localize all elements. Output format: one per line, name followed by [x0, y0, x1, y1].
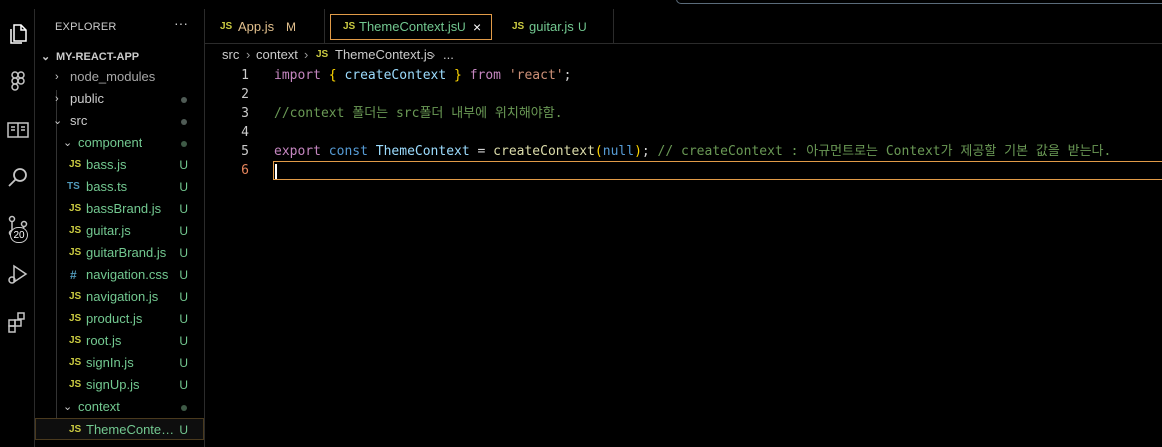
tree-file-signup-js[interactable]: JS signUp.js U [35, 374, 204, 396]
run-debug-icon[interactable] [0, 257, 35, 291]
title-bar [0, 0, 1162, 9]
tree-file-bass-ts[interactable]: TS bass.ts U [35, 176, 204, 198]
tree-file-navigation-css[interactable]: # navigation.css U [35, 264, 204, 286]
book-icon[interactable] [0, 113, 35, 147]
js-file-icon: JS [69, 159, 82, 170]
js-file-icon: JS [69, 335, 82, 346]
js-file-icon: JS [512, 21, 525, 32]
source-control-icon[interactable]: 20 [0, 209, 35, 243]
tree-file-bassbrand-js[interactable]: JS bassBrand.js U [35, 198, 204, 220]
chevron-down-icon: ⌄ [63, 401, 73, 413]
tab-guitar-js[interactable]: JS guitar.js U [495, 9, 614, 43]
tree-folder-public[interactable]: › public [35, 88, 204, 110]
css-file-icon: # [70, 268, 77, 282]
js-file-icon: JS [69, 225, 82, 236]
chevron-right-icon: › [431, 47, 436, 62]
modified-dot [181, 119, 187, 125]
js-file-icon: JS [69, 357, 82, 368]
tab-app-js[interactable]: JS App.js M [205, 9, 325, 43]
untracked-dot [181, 405, 187, 411]
tree-folder-component[interactable]: ⌄ component [35, 132, 204, 154]
editor-tabs: JS App.js M JS ThemeContext.js U × JS gu… [205, 9, 1162, 44]
js-file-icon: JS [69, 291, 82, 302]
tree-file-product-js[interactable]: JS product.js U [35, 308, 204, 330]
search-icon[interactable] [0, 161, 35, 195]
workspace-root[interactable]: ⌄ MY-REACT-APP [35, 46, 204, 68]
tree-folder-node-modules[interactable]: › node_modules [35, 66, 204, 88]
tree-file-themecontext-js[interactable]: JS ThemeContext.js U [35, 418, 204, 440]
code-line-5: export const ThemeContext = createContex… [274, 144, 1112, 159]
tab-themecontext-js[interactable]: JS ThemeContext.js U × [330, 14, 492, 40]
explorer-title: EXPLORER [55, 21, 117, 33]
tree-folder-context[interactable]: ⌄ context [35, 396, 204, 418]
breadcrumb: src › context › JS ThemeContext.js › ... [205, 44, 1162, 66]
code-line-1: import { createContext } from 'react'; [274, 68, 572, 83]
extensions-icon[interactable] [0, 305, 35, 339]
line-number: 5 [241, 144, 249, 159]
line-number: 3 [241, 106, 249, 121]
explorer-panel: EXPLORER ··· ⌄ MY-REACT-APP › node_modul… [35, 9, 205, 447]
line-number: 2 [241, 87, 249, 102]
js-file-icon: JS [69, 203, 82, 214]
tree-file-navigation-js[interactable]: JS navigation.js U [35, 286, 204, 308]
chevron-right-icon: › [246, 47, 251, 62]
breadcrumb-symbol[interactable]: ... [443, 44, 454, 66]
activity-bar: 20 [0, 9, 35, 447]
breadcrumb-src[interactable]: src [222, 44, 239, 66]
modified-dot [181, 97, 187, 103]
chevron-right-icon: › [55, 71, 59, 83]
chevron-down-icon: ⌄ [63, 137, 73, 149]
js-file-icon: JS [316, 49, 329, 60]
scm-badge: 20 [10, 227, 28, 243]
line-number-current: 6 [241, 163, 249, 178]
more-actions-icon[interactable]: ··· [174, 15, 188, 31]
breadcrumb-context[interactable]: context [256, 44, 298, 66]
tree-file-signin-js[interactable]: JS signIn.js U [35, 352, 204, 374]
line-number: 4 [241, 125, 249, 140]
tree-file-guitarbrand-js[interactable]: JS guitarBrand.js U [35, 242, 204, 264]
text-cursor [275, 164, 277, 179]
js-file-icon: JS [69, 424, 82, 435]
chevron-down-icon: ⌄ [53, 115, 63, 127]
tree-file-bass-js[interactable]: JS bass.js U [35, 154, 204, 176]
close-icon[interactable]: × [473, 15, 481, 39]
explorer-icon[interactable] [0, 17, 35, 51]
chevron-right-icon: › [304, 47, 309, 62]
command-center[interactable] [676, 0, 1162, 4]
line-number: 1 [241, 68, 249, 83]
js-file-icon: JS [343, 21, 356, 32]
figma-icon[interactable] [0, 65, 35, 99]
ts-file-icon: TS [67, 181, 80, 192]
code-line-3: //context 폴더는 src폴더 내부에 위치해야함. [274, 106, 563, 121]
untracked-dot [181, 141, 187, 147]
js-file-icon: JS [69, 247, 82, 258]
js-file-icon: JS [69, 379, 82, 390]
code-editor[interactable]: 1 2 3 4 5 6 import { createContext } fro… [205, 66, 1162, 447]
js-file-icon: JS [69, 313, 82, 324]
breadcrumb-file[interactable]: ThemeContext.js [335, 44, 433, 66]
js-file-icon: JS [220, 21, 233, 32]
tree-file-root-js[interactable]: JS root.js U [35, 330, 204, 352]
tree-folder-src[interactable]: ⌄ src [35, 110, 204, 132]
tree-file-guitar-js[interactable]: JS guitar.js U [35, 220, 204, 242]
chevron-down-icon: ⌄ [41, 51, 51, 63]
current-line-highlight [273, 161, 1162, 180]
chevron-right-icon: › [55, 93, 59, 105]
